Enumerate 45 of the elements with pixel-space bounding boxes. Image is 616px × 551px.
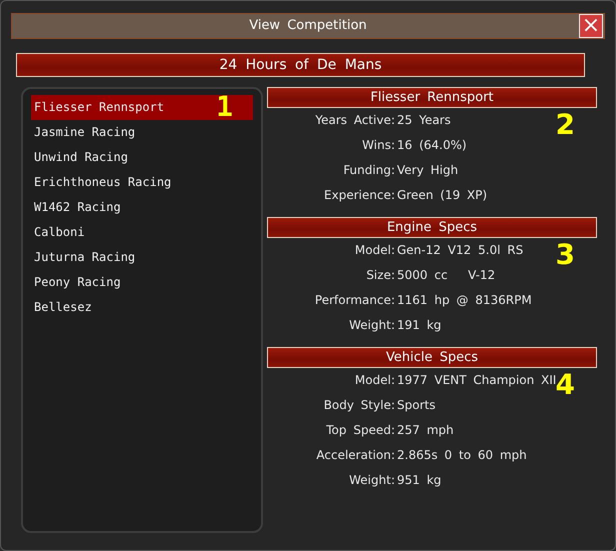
- team-list-item[interactable]: Peony Racing: [31, 270, 253, 295]
- field-label: Performance:: [314, 292, 396, 309]
- field-label: Weight:: [348, 317, 396, 334]
- team-list-item[interactable]: Erichthoneus Racing: [31, 170, 253, 195]
- annotation-number: 3: [556, 241, 575, 269]
- close-button[interactable]: ×: [579, 14, 603, 38]
- section-header: Fliesser Rennsport: [267, 87, 597, 108]
- team-list-item[interactable]: Calboni: [31, 220, 253, 245]
- field-value: 257 mph: [397, 422, 454, 439]
- section-header: Engine Specs: [267, 217, 597, 238]
- field-label: Size:: [365, 267, 396, 284]
- field-value: 16 (64.0%): [397, 137, 467, 154]
- field-value: Green (19 XP): [397, 187, 488, 204]
- section-header: Vehicle Specs: [267, 347, 597, 368]
- annotation-number: 1: [216, 93, 233, 121]
- field-label: Body Style:: [322, 397, 396, 414]
- team-list-item[interactable]: Bellesez: [31, 295, 253, 320]
- field-value: 25 Years: [397, 112, 451, 129]
- team-list-item[interactable]: Fliesser Rennsport 1: [31, 95, 253, 120]
- field-value: Sports: [397, 397, 436, 414]
- window-title: View Competition: [249, 17, 367, 36]
- team-list-item[interactable]: Unwind Racing: [31, 145, 253, 170]
- team-list-item[interactable]: Jasmine Racing: [31, 120, 253, 145]
- field-value: 951 kg: [397, 472, 442, 489]
- field-value: 1977 VENT Champion XII: [397, 372, 556, 389]
- competition-title: 24 Hours of De Mans: [16, 53, 585, 77]
- field-label: Model:: [354, 372, 396, 389]
- field-label: Top Speed:: [325, 422, 396, 439]
- field-value: 191 kg: [397, 317, 442, 334]
- annotation-number: 2: [556, 111, 575, 139]
- field-label: Weight:: [348, 472, 396, 489]
- field-value: 2.865s 0 to 60 mph: [397, 447, 527, 464]
- field-value: Gen-12 V12 5.0l RS: [397, 242, 524, 259]
- field-label: Years Active:: [314, 112, 396, 129]
- field-value: 1161 hp @ 8136RPM: [397, 292, 532, 309]
- annotation-number: 4: [556, 371, 575, 399]
- team-list-item[interactable]: Juturna Racing: [31, 245, 253, 270]
- team-list-item[interactable]: W1462 Racing: [31, 195, 253, 220]
- field-label: Model:: [354, 242, 396, 259]
- field-label: Experience:: [323, 187, 396, 204]
- field-value: Very High: [397, 162, 458, 179]
- field-label: Funding:: [342, 162, 396, 179]
- field-label: Acceleration:: [315, 447, 396, 464]
- field-value: 5000 cc V-12: [397, 267, 496, 284]
- field-label: Wins:: [361, 137, 396, 154]
